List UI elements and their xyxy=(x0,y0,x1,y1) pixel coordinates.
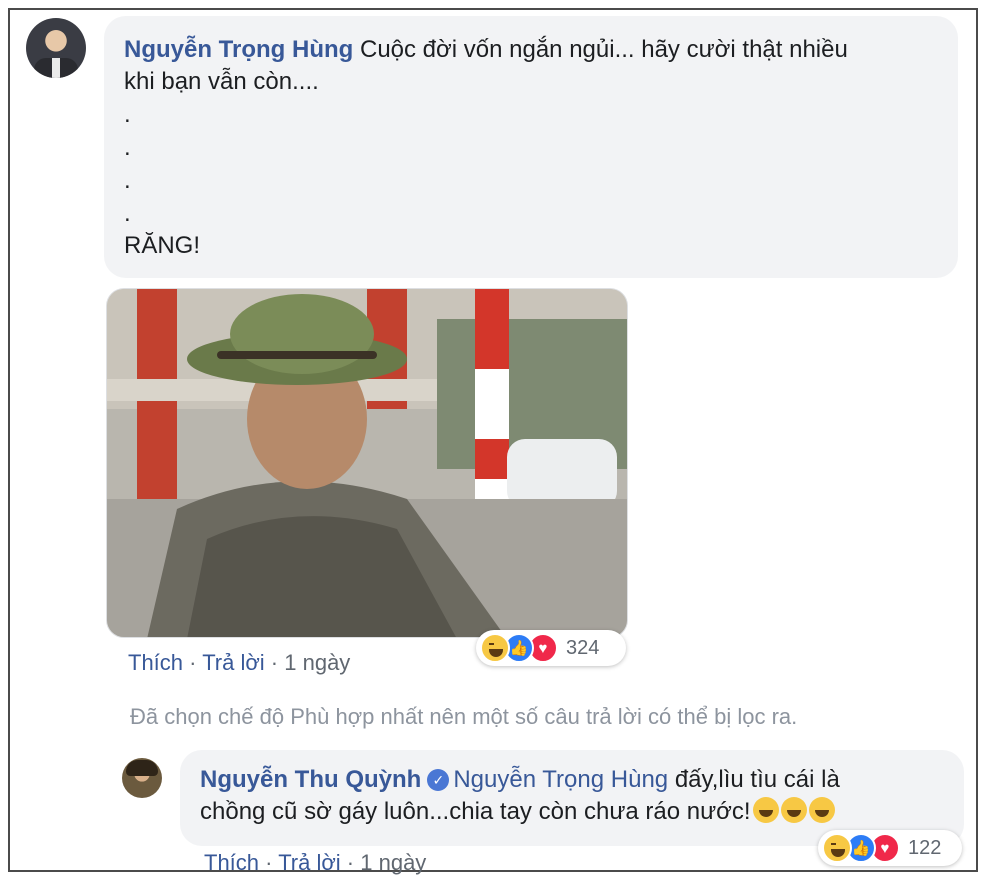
reply-link[interactable]: Trả lời xyxy=(278,850,341,875)
comment-photo[interactable] xyxy=(106,288,628,638)
comment-bubble: Nguyễn Trọng Hùng Cuộc đời vốn ngắn ngủi… xyxy=(104,16,958,278)
filter-note: Đã chọn chế độ Phù hợp nhất nên một số c… xyxy=(130,704,798,729)
comment-text: Nguyễn Trọng Hùng Cuộc đời vốn ngắn ngủi… xyxy=(124,34,938,66)
separator: · xyxy=(340,850,361,875)
reaction-count: 122 xyxy=(908,836,942,859)
reply-line-1: đấy,lìu tìu cái là xyxy=(674,766,840,793)
separator: · xyxy=(183,650,203,675)
reaction-count: 324 xyxy=(566,636,600,659)
avatar-shirt xyxy=(52,58,60,78)
reply-avatar[interactable] xyxy=(122,758,162,798)
reply-author-link[interactable]: Nguyễn Thu Quỳnh xyxy=(200,766,421,793)
dot-line: . xyxy=(124,200,131,227)
comment-dots: . . . . xyxy=(124,98,938,230)
rolling-on-floor-laughing-icon xyxy=(808,797,835,823)
verified-badge-icon: ✓ xyxy=(427,769,450,791)
haha-icon xyxy=(822,833,852,863)
reply-line-2: chồng cũ sờ gáy luôn...chia tay còn chưa… xyxy=(200,798,751,825)
rolling-on-floor-laughing-icon xyxy=(780,797,807,823)
rolling-on-floor-laughing-icon xyxy=(752,797,779,823)
separator: · xyxy=(264,650,285,675)
timestamp[interactable]: 1 ngày xyxy=(284,650,350,675)
comment-author-link[interactable]: Nguyễn Trọng Hùng xyxy=(124,36,353,63)
mention-link[interactable]: Nguyễn Trọng Hùng xyxy=(453,766,668,793)
photo-illustration xyxy=(107,289,627,637)
comment-line-1: Cuộc đời vốn ngắn ngủi... hãy cười thật … xyxy=(359,36,848,63)
like-link[interactable]: Thích xyxy=(128,650,183,675)
comment-final-line: RĂNG! xyxy=(124,232,201,259)
reply-reaction-summary[interactable]: 👍 ♥ 122 xyxy=(818,830,962,866)
reaction-summary[interactable]: 👍 ♥ 324 xyxy=(476,630,626,666)
dot-line: . xyxy=(124,167,131,194)
dot-line: . xyxy=(124,101,131,128)
avatar-hair xyxy=(126,760,158,776)
avatar[interactable] xyxy=(26,18,86,78)
screenshot-frame: Nguyễn Trọng Hùng Cuộc đời vốn ngắn ngủi… xyxy=(8,8,988,875)
reply-line-2-wrap: chồng cũ sờ gáy luôn...chia tay còn chưa… xyxy=(200,796,944,828)
haha-icon xyxy=(480,633,510,663)
separator: · xyxy=(259,850,279,875)
reply-actions: Thích · Trả lời · 1 ngày xyxy=(204,850,426,876)
dot-line: . xyxy=(124,134,131,161)
timestamp[interactable]: 1 ngày xyxy=(360,850,426,875)
like-link[interactable]: Thích xyxy=(204,850,259,875)
comment-line-2: khi bạn vẫn còn.... xyxy=(124,68,319,95)
comment-actions: Thích · Trả lời · 1 ngày xyxy=(128,650,350,676)
reply-link[interactable]: Trả lời xyxy=(202,650,265,675)
reply-text: Nguyễn Thu Quỳnh ✓ Nguyễn Trọng Hùng đấy,l… xyxy=(200,764,944,796)
